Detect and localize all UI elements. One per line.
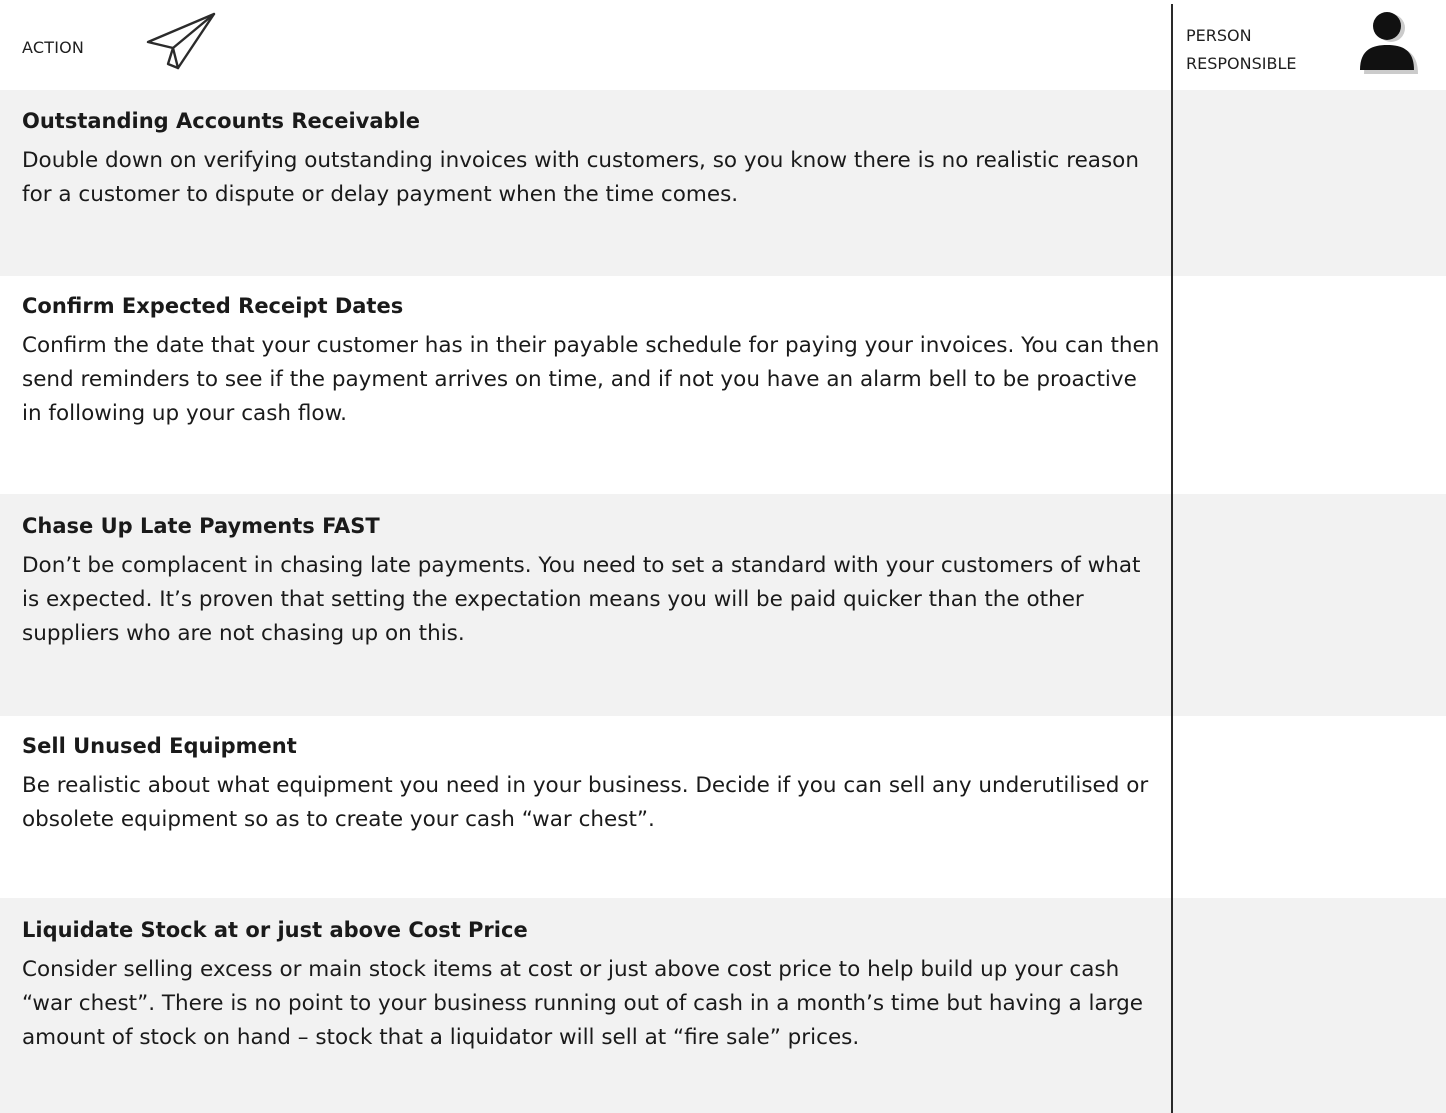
action-item-outstanding-accounts: Outstanding Accounts Receivable Double d… xyxy=(22,106,1162,212)
person-header-line2: RESPONSIBLE xyxy=(1186,54,1297,73)
action-item-confirm-receipt-dates: Confirm Expected Receipt Dates Confirm t… xyxy=(22,291,1162,431)
person-responsible-header: PERSON RESPONSIBLE xyxy=(1186,22,1296,78)
action-item-body: Consider selling excess or main stock it… xyxy=(22,957,1143,1050)
person-icon xyxy=(1360,12,1418,74)
action-plan-page: ACTION PERSON RESPONSIBLE Outstanding Ac… xyxy=(0,0,1446,1113)
paper-plane-icon xyxy=(146,12,216,70)
action-item-title: Confirm Expected Receipt Dates xyxy=(22,294,404,318)
action-item-body: Don’t be complacent in chasing late paym… xyxy=(22,553,1141,646)
action-item-sell-unused-equipment: Sell Unused Equipment Be realistic about… xyxy=(22,731,1162,837)
person-header-line1: PERSON xyxy=(1186,26,1252,45)
action-item-title: Outstanding Accounts Receivable xyxy=(22,109,420,133)
action-item-body: Double down on verifying outstanding inv… xyxy=(22,148,1139,207)
action-item-chase-late-payments: Chase Up Late Payments FAST Don’t be com… xyxy=(22,511,1162,651)
action-item-body: Be realistic about what equipment you ne… xyxy=(22,773,1149,832)
action-item-body: Confirm the date that your customer has … xyxy=(22,333,1160,426)
action-item-title: Sell Unused Equipment xyxy=(22,734,297,758)
column-divider xyxy=(1171,4,1173,1113)
action-item-liquidate-stock: Liquidate Stock at or just above Cost Pr… xyxy=(22,915,1162,1055)
action-column-header: ACTION xyxy=(22,38,85,57)
action-item-title: Chase Up Late Payments FAST xyxy=(22,514,380,538)
action-item-title: Liquidate Stock at or just above Cost Pr… xyxy=(22,918,528,942)
